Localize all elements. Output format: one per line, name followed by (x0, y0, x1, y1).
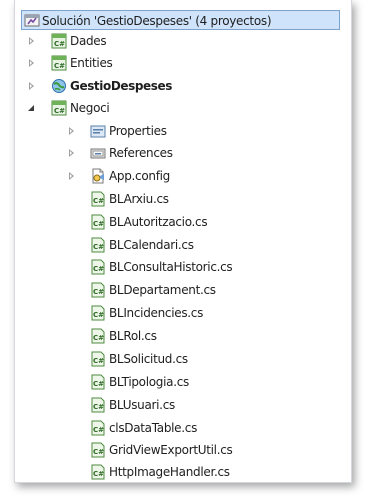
file-label: BLRol.cs (109, 329, 157, 343)
tree-node-file[interactable]: C# BLConsultaHistoric.cs (15, 257, 345, 277)
file-label: BLDepartament.cs (109, 283, 216, 297)
folder-label: Properties (109, 124, 167, 138)
csharp-file-icon: C# (90, 237, 106, 253)
csharp-file-icon: C# (90, 191, 106, 207)
project-label: Negoci (70, 101, 110, 115)
csharp-project-icon: C# (51, 33, 67, 49)
csharp-file-icon: C# (90, 374, 106, 390)
tree-node-file[interactable]: C# BLArxiu.cs (15, 189, 345, 209)
file-label: HttpImageHandler.cs (109, 465, 230, 479)
tree-node-file[interactable]: C# BLUsuari.cs (15, 395, 345, 415)
file-label: App.config (109, 169, 170, 183)
csharp-file-icon: C# (90, 305, 106, 321)
file-label: GridViewExportUtil.cs (109, 443, 233, 457)
solution-explorer-screenshot: Solución 'GestioDespeses' (4 proyectos) … (0, 0, 370, 502)
project-label: Entities (70, 56, 113, 70)
file-label: clsDataTable.cs (109, 421, 198, 435)
project-node-entities[interactable]: C# Entities (15, 53, 345, 73)
file-label: BLCalendari.cs (109, 238, 194, 252)
tree-node-file[interactable]: C# BLCalendari.cs (15, 235, 345, 255)
svg-text:C#: C# (93, 197, 104, 205)
csharp-file-icon: C# (90, 259, 106, 275)
solution-label: Solución 'GestioDespeses' (4 proyectos) (42, 14, 272, 28)
references-icon (90, 145, 106, 161)
svg-text:C#: C# (93, 311, 104, 319)
config-file-icon (90, 168, 106, 184)
solution-explorer-panel: Solución 'GestioDespeses' (4 proyectos) … (14, 0, 352, 483)
svg-text:C#: C# (93, 243, 104, 251)
svg-text:C#: C# (93, 357, 104, 365)
svg-text:C#: C# (93, 426, 104, 434)
expand-arrow-icon[interactable] (69, 172, 74, 180)
svg-text:C#: C# (93, 334, 104, 342)
csharp-file-icon: C# (90, 214, 106, 230)
svg-text:C#: C# (93, 220, 104, 228)
svg-text:C#: C# (93, 265, 104, 273)
expand-arrow-icon[interactable] (29, 59, 34, 67)
project-label: GestioDespeses (70, 79, 173, 93)
solution-node[interactable]: Solución 'GestioDespeses' (4 proyectos) (21, 10, 340, 30)
csharp-file-icon: C# (90, 282, 106, 298)
expand-arrow-icon[interactable] (29, 82, 34, 90)
project-label: Dades (70, 34, 107, 48)
file-label: BLSolicitud.cs (109, 352, 188, 366)
folder-label: References (109, 146, 173, 160)
svg-text:C#: C# (93, 448, 104, 456)
tree-node-file[interactable]: C# BLTipologia.cs (15, 372, 345, 392)
expand-arrow-icon[interactable] (69, 127, 74, 135)
csharp-file-icon: C# (90, 442, 106, 458)
tree-node-file[interactable]: C# clsDataTable.cs (15, 418, 345, 438)
csharp-file-icon: C# (90, 420, 106, 436)
file-label: BLUsuari.cs (109, 398, 175, 412)
project-node-negoci[interactable]: C# Negoci (15, 98, 345, 118)
file-label: BLAutoritzacio.cs (109, 215, 208, 229)
expand-arrow-icon[interactable] (29, 37, 34, 45)
properties-icon (90, 123, 106, 139)
tree-node-references[interactable]: References (15, 143, 345, 163)
collapse-arrow-icon[interactable] (28, 105, 34, 111)
svg-text:C#: C# (93, 470, 104, 478)
csharp-file-icon: C# (90, 328, 106, 344)
file-label: BLIncidencies.cs (109, 306, 204, 320)
csharp-file-icon: C# (90, 351, 106, 367)
svg-text:C#: C# (93, 288, 104, 296)
file-label: BLTipologia.cs (109, 375, 189, 389)
tree-node-file[interactable]: C# BLSolicitud.cs (15, 349, 345, 369)
tree-node-properties[interactable]: Properties (15, 121, 345, 141)
tree-node-file[interactable]: C# BLAutoritzacio.cs (15, 212, 345, 232)
svg-text:C#: C# (93, 380, 104, 388)
file-label: BLArxiu.cs (109, 192, 169, 206)
svg-text:C#: C# (54, 62, 65, 70)
tree-node-file[interactable]: C# GridViewExportUtil.cs (15, 440, 345, 460)
svg-text:C#: C# (93, 403, 104, 411)
svg-text:C#: C# (54, 107, 65, 115)
tree-node-file[interactable]: C# HttpImageHandler.cs (15, 462, 345, 482)
svg-text:C#: C# (54, 40, 65, 48)
project-node-dades[interactable]: C# Dades (15, 31, 345, 51)
tree-node-file[interactable]: C# BLDepartament.cs (15, 280, 345, 300)
project-node-gestiodespeses[interactable]: GestioDespeses (15, 76, 345, 96)
tree-node-file[interactable]: C# BLRol.cs (15, 326, 345, 346)
expand-arrow-icon[interactable] (69, 149, 74, 157)
csharp-project-icon: C# (51, 100, 67, 116)
solution-icon (24, 12, 40, 28)
csharp-file-icon: C# (90, 464, 106, 480)
web-project-icon (51, 78, 67, 94)
tree-node-file[interactable]: C# BLIncidencies.cs (15, 303, 345, 323)
csharp-file-icon: C# (90, 397, 106, 413)
tree-node-app-config[interactable]: App.config (15, 166, 345, 186)
file-label: BLConsultaHistoric.cs (109, 260, 233, 274)
csharp-project-icon: C# (51, 55, 67, 71)
